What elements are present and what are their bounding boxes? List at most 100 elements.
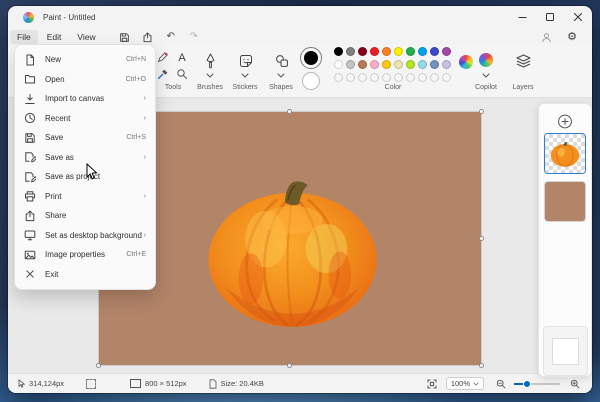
- color-group-label: Color: [384, 84, 402, 91]
- menu-item-save[interactable]: Save Ctrl+S: [15, 128, 155, 148]
- shapes-button[interactable]: [274, 52, 289, 69]
- color-swatch[interactable]: [334, 47, 343, 56]
- canvas-resize-handle[interactable]: [287, 363, 292, 368]
- menu-file[interactable]: File: [10, 30, 38, 44]
- canvas-resize-handle[interactable]: [96, 363, 101, 368]
- account-button[interactable]: [540, 31, 552, 43]
- zoom-slider-track[interactable]: [514, 379, 560, 388]
- color-swatch[interactable]: [370, 60, 379, 69]
- menu-item-print[interactable]: Print ›: [15, 187, 155, 207]
- primary-color-well[interactable]: [300, 47, 322, 69]
- menu-item-exit[interactable]: Exit: [15, 265, 155, 285]
- share-icon: [24, 210, 36, 222]
- menu-item-open[interactable]: Open Ctrl+O: [15, 70, 155, 90]
- zoom-in-button[interactable]: [570, 379, 580, 389]
- color-swatch[interactable]: [430, 47, 439, 56]
- file-menu-items: New Ctrl+N Open Ctrl+O Import to canvas › Rece…: [15, 50, 155, 284]
- submenu-arrow-icon: ›: [143, 153, 146, 161]
- color-swatch[interactable]: [442, 60, 451, 69]
- empty-color-slot[interactable]: [394, 73, 403, 82]
- color-swatch[interactable]: [394, 47, 403, 56]
- redo-button[interactable]: ↷: [188, 31, 200, 43]
- magnifier-tool-button[interactable]: [175, 67, 188, 80]
- menu-item-save-as[interactable]: Save as ›: [15, 148, 155, 168]
- edit-color-button[interactable]: [459, 55, 473, 69]
- empty-color-slot[interactable]: [382, 73, 391, 82]
- empty-color-slot[interactable]: [334, 73, 343, 82]
- brushes-button[interactable]: [203, 52, 218, 69]
- pencil-tool-button[interactable]: [156, 50, 169, 63]
- color-swatch[interactable]: [394, 60, 403, 69]
- empty-color-slot[interactable]: [370, 73, 379, 82]
- menu-edit[interactable]: Edit: [40, 30, 69, 44]
- color-swatch[interactable]: [418, 47, 427, 56]
- empty-color-slot[interactable]: [406, 73, 415, 82]
- menu-item-share[interactable]: Share: [15, 206, 155, 226]
- zoom-slider[interactable]: [514, 379, 560, 388]
- stickers-chevron-down-icon[interactable]: [241, 73, 249, 78]
- empty-color-slot[interactable]: [418, 73, 427, 82]
- fit-to-screen-button[interactable]: [427, 379, 437, 389]
- color-swatch[interactable]: [346, 60, 355, 69]
- layer-1-thumbnail[interactable]: [544, 133, 586, 174]
- menu-item-set-as-desktop-background[interactable]: Set as desktop background ›: [15, 226, 155, 246]
- empty-color-slot[interactable]: [358, 73, 367, 82]
- stickers-button[interactable]: [238, 52, 253, 69]
- secondary-color-well[interactable]: [302, 72, 320, 90]
- layers-button[interactable]: [515, 52, 531, 69]
- minimize-button[interactable]: [508, 6, 536, 28]
- canvas-resize-handle[interactable]: [479, 363, 484, 368]
- zoom-dropdown[interactable]: 100%: [445, 377, 484, 390]
- color-swatch[interactable]: [406, 47, 415, 56]
- menu-item-import-to-canvas[interactable]: Import to canvas ›: [15, 89, 155, 109]
- canvas-resize-handle[interactable]: [287, 109, 292, 114]
- menu-item-save-as-project[interactable]: Save as project: [15, 167, 155, 187]
- settings-button[interactable]: ⚙: [566, 31, 578, 43]
- canvas-resize-handle[interactable]: [479, 109, 484, 114]
- zoom-chevron-down-icon: [473, 382, 479, 386]
- shapes-chevron-down-icon[interactable]: [277, 73, 285, 78]
- layer-2-thumbnail[interactable]: [544, 181, 586, 222]
- zoom-out-button[interactable]: [496, 379, 506, 389]
- color-swatch[interactable]: [358, 47, 367, 56]
- menu-item-recent[interactable]: Recent ›: [15, 109, 155, 129]
- zoom-slider-fill: [514, 382, 523, 385]
- canvas-resize-handle[interactable]: [479, 236, 484, 241]
- color-swatch[interactable]: [358, 60, 367, 69]
- menu-item-image-properties[interactable]: Image properties Ctrl+E: [15, 245, 155, 265]
- zoom-slider-thumb[interactable]: [523, 379, 531, 388]
- empty-color-slot[interactable]: [430, 73, 439, 82]
- color-swatch[interactable]: [382, 47, 391, 56]
- brushes-chevron-down-icon[interactable]: [206, 73, 214, 78]
- color-swatch[interactable]: [346, 47, 355, 56]
- empty-color-slot[interactable]: [442, 73, 451, 82]
- save-quick-button[interactable]: [119, 31, 131, 43]
- color-swatch[interactable]: [442, 47, 451, 56]
- menu-item-new[interactable]: New Ctrl+N: [15, 50, 155, 70]
- background-layer-chip[interactable]: [543, 326, 588, 376]
- color-swatch[interactable]: [370, 47, 379, 56]
- color-swatch[interactable]: [406, 60, 415, 69]
- menu-item-label: Share: [45, 211, 67, 221]
- canvas[interactable]: [96, 109, 484, 368]
- close-button[interactable]: [564, 6, 592, 28]
- color-swatch[interactable]: [430, 60, 439, 69]
- eyedropper-tool-button[interactable]: [156, 67, 169, 80]
- maximize-button[interactable]: [536, 6, 564, 28]
- copilot-chevron-down-icon[interactable]: [482, 73, 490, 78]
- color-swatch[interactable]: [382, 60, 391, 69]
- color-swatch[interactable]: [334, 60, 343, 69]
- file-size-value: Size: 20.4KB: [220, 379, 264, 388]
- share-quick-button[interactable]: [142, 31, 154, 43]
- menu-view[interactable]: View: [70, 30, 102, 44]
- color-swatch[interactable]: [418, 60, 427, 69]
- undo-button[interactable]: ↶: [165, 31, 177, 43]
- copilot-button[interactable]: [479, 53, 493, 67]
- empty-color-slot[interactable]: [346, 73, 355, 82]
- menu-item-label: Save: [45, 133, 64, 143]
- transparency-checker: [545, 134, 585, 173]
- text-tool-button[interactable]: A: [175, 50, 188, 63]
- submenu-arrow-icon: ›: [143, 192, 146, 200]
- open-icon: [24, 73, 36, 85]
- add-layer-button[interactable]: [558, 114, 573, 129]
